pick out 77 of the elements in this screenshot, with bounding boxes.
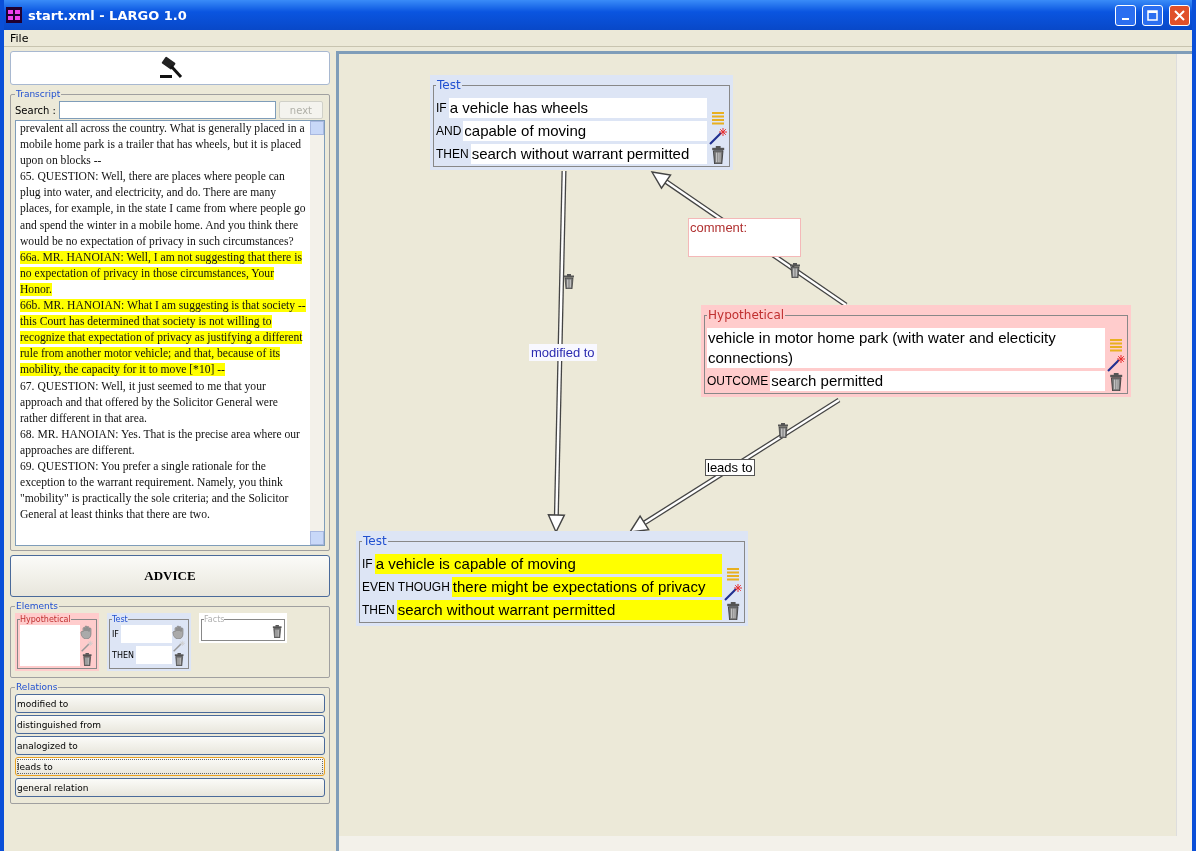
maximize-icon: [1147, 9, 1158, 21]
row-label: IF: [112, 629, 119, 639]
row-label: IF: [362, 557, 373, 571]
trash-icon[interactable]: [173, 653, 185, 666]
template-title: Test: [112, 615, 128, 624]
search-label: Search :: [15, 104, 56, 116]
transcript-paragraph: 67. QUESTION: Well, it just seemed to me that your approach and that offered by the Solicitor General were rather different in that area.: [20, 378, 279, 427]
row-label: THEN: [112, 650, 134, 660]
row-label: OUTCOME: [707, 374, 769, 388]
hypothetical-card[interactable]: Hypothetical vehicle in motor home park (with water and electicity connections) OUTCOME search permitted: [701, 305, 1131, 397]
scrollbar[interactable]: [1176, 54, 1192, 836]
row-text-field[interactable]: a vehicle has wheels: [448, 98, 707, 118]
row-text-field[interactable]: search without warrant permitted: [396, 600, 722, 620]
advice-button[interactable]: ADVICE: [10, 555, 330, 597]
test-template[interactable]: Test IF THEN: [107, 613, 191, 671]
card-title: Hypothetical: [707, 308, 786, 322]
panel-title: Transcript: [15, 89, 62, 99]
transcript-paragraph: prevalent all across the country. What is generally placed in a mobile home park is a trailer that has wheels, but it is placed upon on blocks --: [20, 121, 306, 170]
wand-icon[interactable]: [724, 583, 742, 601]
template-title: Facts: [204, 615, 225, 624]
relation-button[interactable]: leads to: [15, 757, 325, 776]
minimize-button[interactable]: [1115, 4, 1136, 26]
trash-icon[interactable]: [563, 274, 575, 289]
comment-box[interactable]: comment:: [688, 218, 801, 257]
blank-field: [120, 625, 172, 643]
minimize-icon: [1122, 18, 1129, 20]
hypothetical-template[interactable]: Hypothetical: [15, 613, 99, 671]
wand-icon[interactable]: [709, 127, 727, 145]
row-text-field[interactable]: vehicle in motor home park (with water and electicity connections): [707, 328, 1105, 368]
app-icon: [6, 7, 22, 23]
row-text-field[interactable]: capable of moving: [463, 121, 707, 141]
relation-label[interactable]: modified to: [529, 344, 597, 361]
relation-button[interactable]: distinguished from: [15, 715, 325, 734]
row-label: THEN: [436, 147, 469, 161]
relation-button[interactable]: general relation: [15, 778, 325, 797]
trash-icon[interactable]: [710, 146, 726, 164]
blank-field: [20, 625, 80, 666]
panel-title: Relations: [15, 682, 59, 692]
scrollbar[interactable]: [310, 121, 324, 545]
trash-icon[interactable]: [725, 602, 741, 620]
panel-title: Elements: [15, 601, 59, 611]
search-field[interactable]: [58, 101, 276, 119]
trash-icon[interactable]: [271, 625, 282, 638]
blank-field: [135, 646, 172, 664]
window-title: start.xml - LARGO 1.0: [28, 7, 188, 23]
transcript-paragraph: 65. QUESTION: Well, there are places where people can plug into water, and electricity, and do. There are many places, for example, in the state I came from where people go and spend the winter in a mobile home. And you think there would be no expectation of privacy in such circumstances?: [20, 169, 306, 250]
wand-icon[interactable]: [1107, 354, 1125, 372]
row-text-field[interactable]: search permitted: [770, 371, 1105, 391]
trash-icon[interactable]: [777, 423, 789, 438]
template-title: Hypothetical: [20, 615, 71, 624]
close-icon: [1174, 9, 1185, 21]
card-title: Test: [436, 78, 462, 92]
transcript-paragraph: 66a. MR. HANOIAN: Well, I am not suggesting that there is no expectation of privacy in those circumstances, Your Honor.: [20, 249, 303, 298]
scrollbar[interactable]: [339, 836, 1192, 851]
menu-item[interactable]: File: [10, 31, 29, 45]
relation-arrow[interactable]: [628, 397, 841, 533]
hand-icon[interactable]: [172, 625, 186, 639]
row-label: THEN: [362, 603, 395, 617]
transcript-paragraph: 68. MR. HANOIAN: Yes. That is the precise area where our approaches are different.: [20, 426, 301, 459]
transcript-paragraph: 69. QUESTION: You prefer a single rationale for the exception to the warrant requirement. Namely, you think "mobility" is practically the sole criteria; and the Solicitor General at least thinks that there are two.: [20, 458, 290, 524]
row-text-field[interactable]: a vehicle is capable of moving: [374, 554, 722, 574]
row-label: IF: [436, 101, 447, 115]
row-text-field[interactable]: there might be expectations of privacy: [451, 577, 722, 597]
trash-icon[interactable]: [789, 263, 801, 278]
trash-icon[interactable]: [1108, 373, 1124, 391]
test-card[interactable]: Test IF a vehicle has wheels AND capable of moving THEN search without warrant permitted: [430, 75, 733, 170]
card-title: Test: [362, 534, 388, 548]
close-button[interactable]: [1169, 4, 1190, 26]
row-label: EVEN THOUGH: [362, 580, 450, 594]
trash-icon[interactable]: [81, 653, 93, 666]
relation-button[interactable]: analogized to: [15, 736, 325, 755]
row-label: AND: [436, 124, 462, 138]
relation-button[interactable]: modified to: [15, 694, 325, 713]
row-text-field[interactable]: search without warrant permitted: [470, 144, 707, 164]
maximize-button[interactable]: [1142, 4, 1163, 26]
test-card[interactable]: Test IF a vehicle is capable of moving EVEN THOUGH there might be expectations of privacy THEN search without warrant permitted: [356, 531, 748, 626]
relation-label[interactable]: leads to: [705, 459, 755, 476]
